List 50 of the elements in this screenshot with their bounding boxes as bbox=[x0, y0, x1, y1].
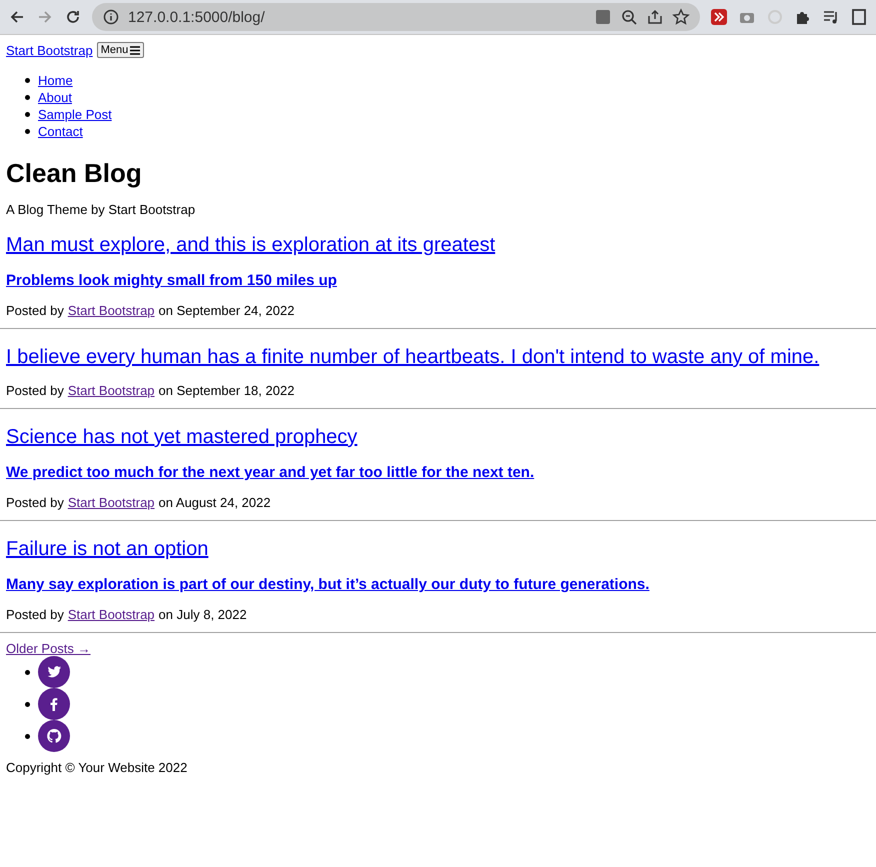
page-title: Clean Blog bbox=[6, 157, 143, 190]
post-date: on August 24, 2022 bbox=[158, 495, 271, 510]
bullet-icon bbox=[25, 129, 30, 134]
extension-icon[interactable] bbox=[710, 8, 728, 26]
post-subtitle-link[interactable]: Many say exploration is part of our destiny, but it’s actually our duty to future generations. bbox=[6, 576, 650, 593]
address-bar[interactable]: 127.0.0.1:5000/blog/ bbox=[92, 3, 700, 31]
hamburger-icon bbox=[130, 46, 140, 54]
nav-link[interactable]: Home bbox=[38, 73, 73, 88]
media-queue-icon[interactable] bbox=[822, 8, 840, 26]
author-link[interactable]: Start Bootstrap bbox=[68, 303, 155, 318]
post-title-link[interactable]: Science has not yet mastered prophecy bbox=[6, 426, 358, 448]
nav-link[interactable]: Sample Post bbox=[38, 107, 112, 122]
posted-by-text: Posted by bbox=[6, 303, 64, 318]
menu-button[interactable]: Menu bbox=[96, 42, 144, 58]
bullet-icon bbox=[25, 112, 30, 117]
post-subtitle-link[interactable]: Problems look mighty small from 150 miles up bbox=[6, 272, 337, 289]
star-icon[interactable] bbox=[672, 8, 690, 26]
twitter-icon[interactable] bbox=[38, 656, 70, 688]
bullet-icon bbox=[25, 702, 30, 706]
author-link[interactable]: Start Bootstrap bbox=[68, 383, 155, 398]
copyright-text: Copyright © Your Website 2022 bbox=[6, 760, 188, 775]
post-title-link[interactable]: Man must explore, and this is exploration at its greatest bbox=[6, 234, 496, 256]
share-icon[interactable] bbox=[646, 8, 664, 26]
url-text[interactable]: 127.0.0.1:5000/blog/ bbox=[128, 8, 586, 26]
posted-by-text: Posted by bbox=[6, 607, 64, 622]
older-posts-link[interactable]: Older Posts → bbox=[6, 641, 91, 656]
author-link[interactable]: Start Bootstrap bbox=[68, 495, 155, 510]
author-link[interactable]: Start Bootstrap bbox=[68, 607, 155, 622]
reload-icon[interactable] bbox=[64, 8, 82, 26]
post-title-link[interactable]: Failure is not an option bbox=[6, 538, 208, 560]
post-subtitle-link[interactable]: We predict too much for the next year and yet far too little for the next ten. bbox=[6, 464, 534, 481]
post-date: on September 24, 2022 bbox=[158, 303, 294, 318]
posted-by-text: Posted by bbox=[6, 383, 64, 398]
info-icon[interactable] bbox=[102, 8, 120, 26]
side-panel-icon[interactable] bbox=[850, 8, 868, 26]
post-date: on September 18, 2022 bbox=[158, 383, 294, 398]
post-date: on July 8, 2022 bbox=[158, 607, 247, 622]
post-title-link[interactable]: I believe every human has a finite number of heartbeats. I don't intend to waste any of mine. bbox=[6, 346, 820, 368]
bullet-icon bbox=[25, 670, 30, 674]
github-icon[interactable] bbox=[38, 720, 70, 752]
bullet-icon bbox=[25, 95, 30, 100]
zoom-out-icon[interactable] bbox=[620, 8, 638, 26]
nav-link[interactable]: Contact bbox=[38, 124, 83, 139]
bullet-icon bbox=[25, 78, 30, 83]
bullet-icon bbox=[25, 734, 30, 738]
facebook-icon[interactable] bbox=[38, 688, 70, 720]
brand-link[interactable]: Start Bootstrap bbox=[6, 42, 93, 58]
posted-by-text: Posted by bbox=[6, 495, 64, 510]
page-subtitle: A Blog Theme by Start Bootstrap bbox=[6, 202, 196, 217]
nav-link[interactable]: About bbox=[38, 90, 72, 105]
